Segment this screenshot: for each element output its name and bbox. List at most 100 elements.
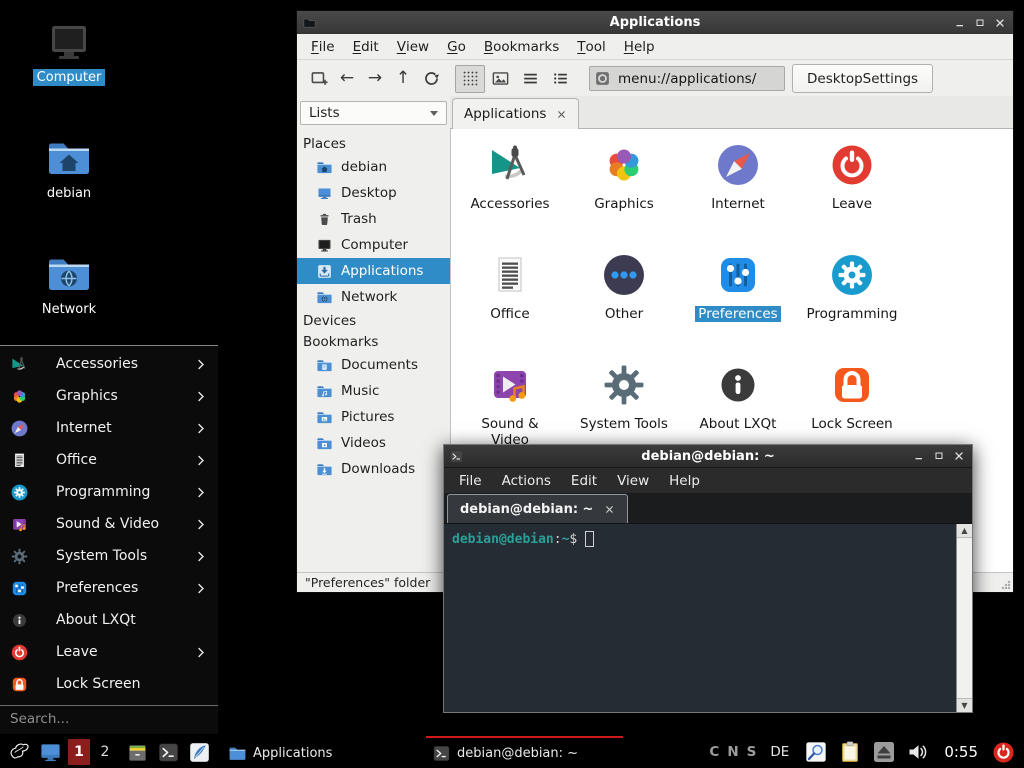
terminal-scrollbar[interactable]: ▲ ▼ <box>956 524 972 712</box>
workspace-2[interactable]: 2 <box>94 739 116 765</box>
terminal-window-title: debian@debian: ~ <box>444 449 972 464</box>
scrollbar-track[interactable] <box>957 538 972 698</box>
fm-menu-file[interactable]: File <box>302 34 344 59</box>
scroll-up-icon[interactable]: ▲ <box>957 524 972 538</box>
app-category-leave[interactable]: Leave <box>795 137 909 247</box>
main-menu-button[interactable] <box>6 739 33 766</box>
terminal-menu-actions[interactable]: Actions <box>492 473 561 489</box>
menu-item-system-tools[interactable]: System Tools <box>0 540 218 572</box>
desktop-icon-debian[interactable]: debian <box>20 134 118 202</box>
eject-tray-icon[interactable] <box>872 740 896 764</box>
maximize-icon[interactable] <box>971 15 988 30</box>
magnifier-tray-icon[interactable] <box>804 740 828 764</box>
terminal-tab[interactable]: debian@debian: ~ <box>447 494 628 523</box>
workspace-1[interactable]: 1 <box>68 739 90 765</box>
fm-menu-help[interactable]: Help <box>615 34 664 59</box>
task-debian-debian[interactable]: debian@debian: ~ <box>426 736 623 768</box>
desktop-settings-button[interactable]: DesktopSettings <box>792 64 933 93</box>
menu-item-preferences[interactable]: Preferences <box>0 572 218 604</box>
menu-item-graphics[interactable]: Graphics <box>0 380 218 412</box>
fm-menu-view[interactable]: View <box>388 34 438 59</box>
terminal-launcher[interactable] <box>155 739 182 766</box>
close-icon[interactable] <box>950 449 967 464</box>
new-tab-button[interactable] <box>305 65 333 93</box>
minimize-icon[interactable] <box>910 449 927 464</box>
fm-menu-go[interactable]: Go <box>438 34 475 59</box>
desktop-icon-computer[interactable]: Computer <box>20 18 118 86</box>
menu-item-accessories[interactable]: Accessories <box>0 348 218 380</box>
leave-icon <box>10 643 29 662</box>
file-manager-launcher[interactable] <box>124 739 151 766</box>
forward-button[interactable]: → <box>361 65 389 93</box>
folder-icon <box>228 744 247 763</box>
speaker-tray-icon[interactable] <box>906 740 930 764</box>
menu-item-label: About LXQt <box>56 612 208 628</box>
tab-label: Applications <box>464 106 546 122</box>
minimize-icon[interactable] <box>951 15 968 30</box>
tab-close-icon[interactable] <box>556 109 567 120</box>
fm-titlebar[interactable]: Applications <box>297 11 1013 34</box>
power-button[interactable] <box>992 741 1015 764</box>
menu-item-office[interactable]: Office <box>0 444 218 476</box>
app-category-internet[interactable]: Internet <box>681 137 795 247</box>
menu-item-lock-screen[interactable]: Lock Screen <box>0 668 218 700</box>
sidebar-item-debian[interactable]: debian <box>297 154 450 180</box>
sidebar-item-pictures[interactable]: Pictures <box>297 404 450 430</box>
terminal-content[interactable]: debian@debian:~$ ▲ ▼ <box>444 524 972 712</box>
app-category-office[interactable]: Office <box>453 247 567 357</box>
clipboard-tray-icon[interactable] <box>838 740 862 764</box>
terminal-menu-edit[interactable]: Edit <box>561 473 607 489</box>
app-category-accessories[interactable]: Accessories <box>453 137 567 247</box>
task-applications[interactable]: Applications <box>222 736 419 768</box>
lists-combo[interactable]: Lists <box>300 101 447 125</box>
app-category-preferences[interactable]: Preferences <box>681 247 795 357</box>
featherpad-launcher[interactable] <box>186 739 213 766</box>
reload-button[interactable] <box>417 65 445 93</box>
fm-menu-tool[interactable]: Tool <box>568 34 615 59</box>
sidebar-item-music[interactable]: Music <box>297 378 450 404</box>
sidebar-item-desktop[interactable]: Desktop <box>297 180 450 206</box>
terminal-window: debian@debian: ~ FileActionsEditViewHelp… <box>443 444 973 713</box>
thumbnail-view-button[interactable] <box>485 65 515 93</box>
menu-search-input[interactable] <box>8 710 214 728</box>
back-button[interactable]: ← <box>333 65 361 93</box>
menu-item-about-lxqt[interactable]: About LXQt <box>0 604 218 636</box>
up-button[interactable]: ↑ <box>389 65 417 93</box>
path-bar[interactable]: menu://applications/ <box>589 66 785 91</box>
show-desktop-button[interactable] <box>37 739 64 766</box>
maximize-icon[interactable] <box>930 449 947 464</box>
sidebar-item-network[interactable]: Network <box>297 284 450 310</box>
menu-item-internet[interactable]: Internet <box>0 412 218 444</box>
sidebar-item-videos[interactable]: Videos <box>297 430 450 456</box>
fm-menu-edit[interactable]: Edit <box>344 34 388 59</box>
keyboard-layout-indicator[interactable]: DE <box>770 744 789 760</box>
terminal-menu-file[interactable]: File <box>449 473 492 489</box>
grid-view-button[interactable] <box>455 65 485 93</box>
tab-close-icon[interactable] <box>604 504 615 515</box>
prompt-user-host: debian@debian <box>452 532 554 547</box>
sidebar-item-applications[interactable]: Applications <box>297 258 450 284</box>
lock-screen-icon <box>828 361 876 409</box>
sidebar-item-documents[interactable]: Documents <box>297 352 450 378</box>
sidebar-item-downloads[interactable]: Downloads <box>297 456 450 482</box>
menu-item-programming[interactable]: Programming <box>0 476 218 508</box>
clock[interactable]: 0:55 <box>944 743 978 761</box>
app-category-graphics[interactable]: Graphics <box>567 137 681 247</box>
app-category-programming[interactable]: Programming <box>795 247 909 357</box>
detail-view-button[interactable] <box>545 65 575 93</box>
app-category-other[interactable]: Other <box>567 247 681 357</box>
scroll-down-icon[interactable]: ▼ <box>957 698 972 712</box>
desktop-icon-network[interactable]: Network <box>20 250 118 318</box>
terminal-menu-help[interactable]: Help <box>659 473 710 489</box>
list-view-button[interactable] <box>515 65 545 93</box>
terminal-titlebar[interactable]: debian@debian: ~ <box>444 445 972 468</box>
tab-applications[interactable]: Applications <box>452 98 579 129</box>
fm-menu-bookmarks[interactable]: Bookmarks <box>475 34 568 59</box>
menu-item-leave[interactable]: Leave <box>0 636 218 668</box>
terminal-menu-view[interactable]: View <box>607 473 659 489</box>
resize-grip[interactable] <box>1000 579 1011 590</box>
close-icon[interactable] <box>991 15 1008 30</box>
sidebar-item-computer[interactable]: Computer <box>297 232 450 258</box>
sidebar-item-trash[interactable]: Trash <box>297 206 450 232</box>
menu-item-sound-video[interactable]: Sound & Video <box>0 508 218 540</box>
